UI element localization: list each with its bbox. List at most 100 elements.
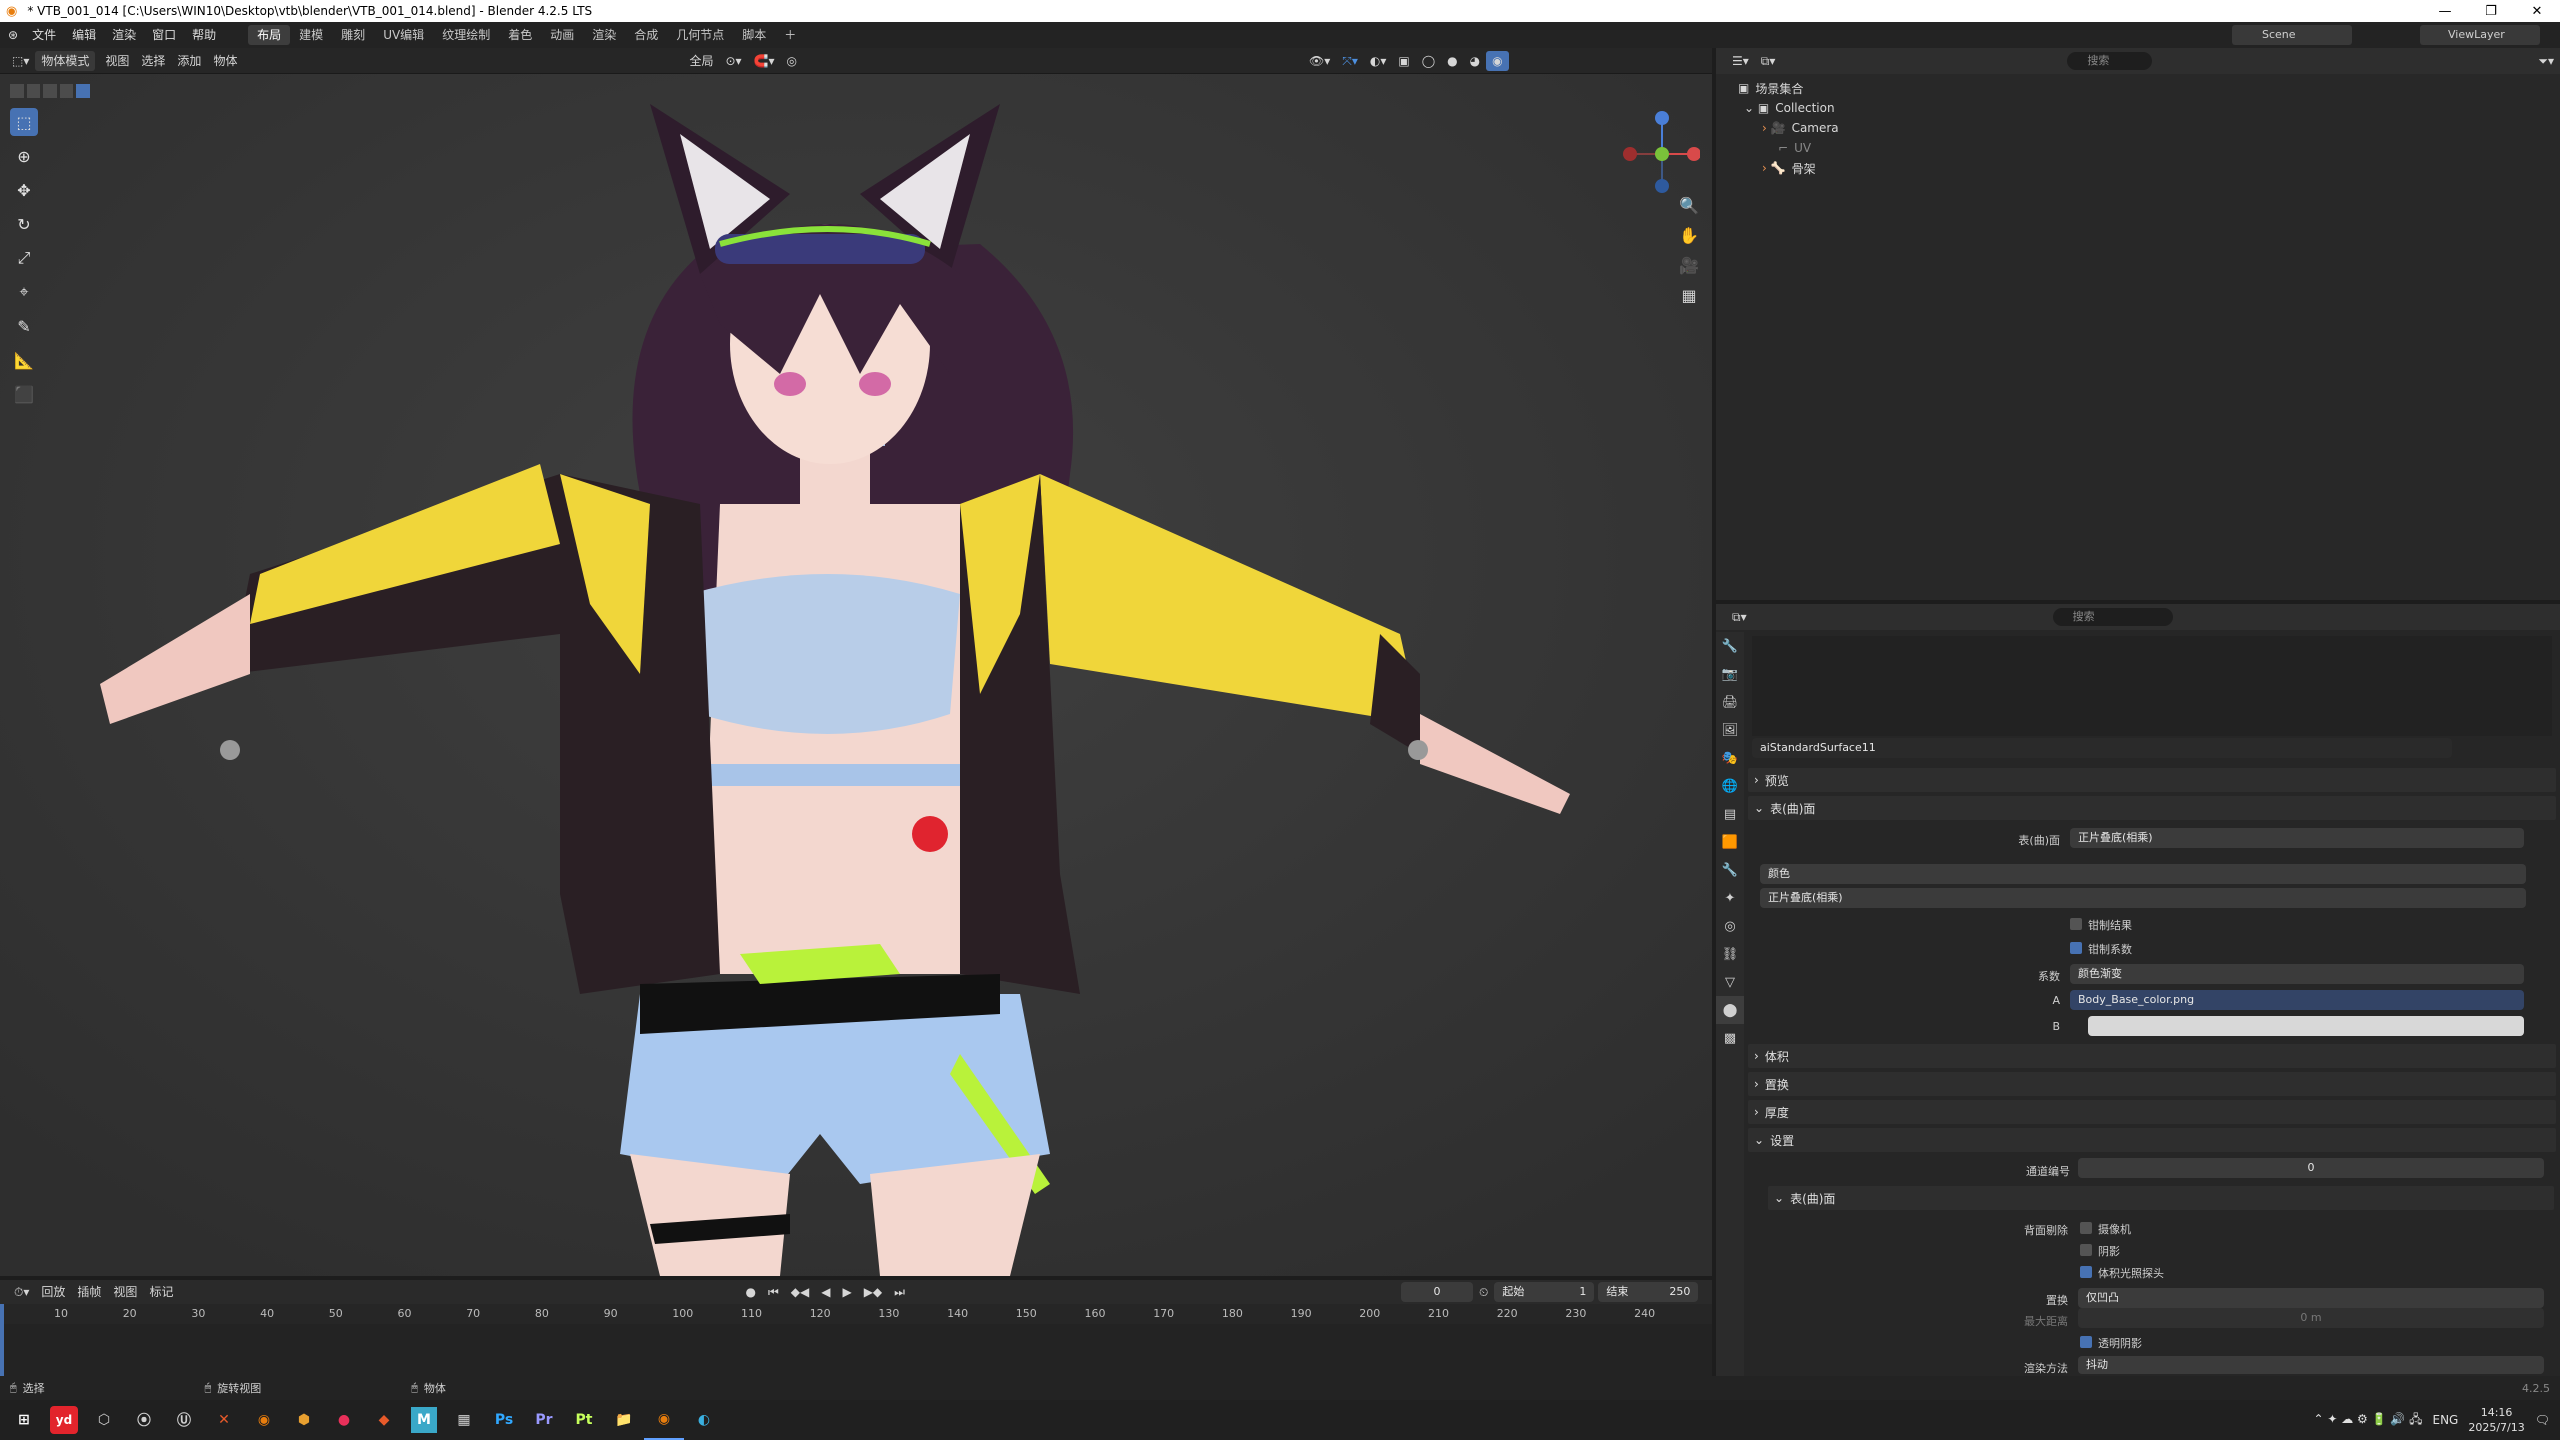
gizmo-toggle-icon[interactable]: ⤧▾ [1336, 51, 1364, 71]
maximize-button[interactable]: ❐ [2468, 0, 2514, 22]
render-method-dropdown[interactable]: 抖动 [2078, 1356, 2544, 1374]
particles-tab-icon[interactable]: ✦ [1716, 884, 1744, 912]
menu-select[interactable]: 选择 [135, 51, 171, 71]
timeline-editor-type-icon[interactable]: ⏱▾ [8, 1282, 35, 1302]
camera-view-icon[interactable]: 🎥 [1676, 252, 1702, 278]
outliner-item-armature[interactable]: › 🦴 骨架 [1738, 158, 2538, 178]
panel-displacement[interactable]: › 置换 [1748, 1072, 2556, 1096]
clamp-result-checkbox[interactable] [2070, 918, 2082, 930]
blender-taskbar-icon-2[interactable]: ◉ [644, 1400, 684, 1440]
blend-mode-dropdown[interactable]: 正片叠底(相乘) [1760, 888, 2526, 908]
output-tab-icon[interactable]: 🖨 [1716, 688, 1744, 716]
select-box-tool-icon[interactable]: ⬚ [10, 108, 38, 136]
scene-tab-icon[interactable]: 🎭 [1716, 744, 1744, 772]
pivot-icon[interactable]: ⊙▾ [719, 51, 747, 71]
outliner-display-mode-icon[interactable]: ⧉▾ [1755, 51, 1782, 71]
menu-object[interactable]: 物体 [207, 51, 243, 71]
menu-file[interactable]: 文件 [24, 22, 64, 48]
playhead[interactable] [0, 1304, 4, 1376]
next-keyframe-icon[interactable]: ▶◆ [858, 1282, 888, 1302]
shading-rendered-icon[interactable]: ◉ [1486, 50, 1509, 71]
panel-settings-surface[interactable]: ⌄ 表(曲)面 [1768, 1186, 2554, 1210]
3d-viewport[interactable] [0, 74, 1712, 1276]
modifier-tab-icon[interactable]: 🔧 [1716, 856, 1744, 884]
navigation-gizmo[interactable] [1620, 108, 1700, 198]
scale-tool-icon[interactable]: ⤢ [10, 244, 38, 272]
transform-tool-icon[interactable]: ⌖ [10, 278, 38, 306]
workspace-tab-rendering[interactable]: 渲染 [583, 25, 625, 45]
jump-start-icon[interactable]: ⏮ [762, 1282, 785, 1302]
frame-end-input[interactable]: 结束 250 [1598, 1282, 1699, 1302]
edge-icon[interactable]: ◐ [684, 1400, 724, 1440]
mode-selector[interactable]: 物体模式 [35, 50, 96, 71]
blender-menu-icon[interactable]: ⊛ [8, 28, 18, 42]
panel-volume[interactable]: › 体积 [1748, 1044, 2556, 1068]
frame-start-input[interactable]: 起始 1 [1494, 1282, 1595, 1302]
surface-shader-field[interactable]: 正片叠底(相乘) [2070, 828, 2524, 848]
ortho-grid-icon[interactable]: ▦ [1676, 282, 1702, 308]
menu-edit[interactable]: 编辑 [64, 22, 104, 48]
play-icon[interactable]: ▶ [836, 1282, 857, 1302]
material-name-field[interactable]: aiStandardSurface11 [1752, 738, 2452, 758]
workspace-tab-animation[interactable]: 动画 [541, 25, 583, 45]
explorer-icon[interactable]: 📁 [604, 1400, 644, 1440]
menu-view[interactable]: 视图 [99, 51, 135, 71]
tray-icons[interactable]: ⌃ ✦ ☁ ⚙ 🔋 🔊 🖧 [2313, 1410, 2422, 1431]
add-cube-tool-icon[interactable]: ⬛ [10, 380, 38, 408]
physics-tab-icon[interactable]: ◎ [1716, 912, 1744, 940]
texture-tab-icon[interactable]: ▩ [1716, 1024, 1744, 1052]
material-slot-list[interactable] [1752, 636, 2552, 736]
menu-add[interactable]: 添加 [171, 51, 207, 71]
collection-tab-icon[interactable]: ▤ [1716, 800, 1744, 828]
workspace-tab-compositing[interactable]: 合成 [625, 25, 667, 45]
workspace-tab-scripting[interactable]: 脚本 [733, 25, 775, 45]
object-tab-icon[interactable]: 🟧 [1716, 828, 1744, 856]
workspace-tab-sculpt[interactable]: 雕刻 [332, 25, 374, 45]
pass-index-input[interactable]: 0 [2078, 1158, 2544, 1178]
photoshop-icon[interactable]: Ps [484, 1400, 524, 1440]
annotate-tool-icon[interactable]: ✎ [10, 312, 38, 340]
notification-icon[interactable]: 🗨 [2535, 1413, 2550, 1427]
add-workspace-button[interactable]: ＋ [775, 25, 805, 45]
menu-help[interactable]: 帮助 [184, 22, 224, 48]
color-mode-dropdown[interactable]: 颜色 [1760, 864, 2526, 884]
view-layer-tab-icon[interactable]: 🖼 [1716, 716, 1744, 744]
constraints-tab-icon[interactable]: ⛓ [1716, 940, 1744, 968]
outliner-item-uv[interactable]: ⌐ UV [1738, 138, 2538, 158]
xray-icon[interactable]: ▣ [1392, 51, 1415, 71]
selection-mode-buttons[interactable] [10, 84, 90, 100]
properties-editor-type-icon[interactable]: ⧉▾ [1726, 607, 1753, 627]
play-reverse-icon[interactable]: ◀ [815, 1282, 836, 1302]
zoom-icon[interactable]: 🔍 [1676, 192, 1702, 218]
proportional-edit-icon[interactable]: ◎ [781, 51, 803, 71]
timeline-ruler[interactable]: 10 20 30 40 50 60 70 80 90 100 110 120 130 140 150 160 1… [0, 1304, 1712, 1376]
workspace-tab-uv[interactable]: UV编辑 [374, 25, 433, 45]
outliner-search-input[interactable]: 搜索 [2067, 52, 2153, 70]
prev-keyframe-icon[interactable]: ◆◀ [785, 1282, 815, 1302]
panel-settings[interactable]: ⌄ 设置 [1748, 1128, 2556, 1152]
snap-icon[interactable]: 🧲▾ [748, 51, 781, 71]
close-button[interactable]: ✕ [2514, 0, 2560, 22]
world-tab-icon[interactable]: 🌐 [1716, 772, 1744, 800]
start-icon[interactable]: ⊞ [4, 1400, 44, 1440]
panel-thickness[interactable]: › 厚度 [1748, 1100, 2556, 1124]
data-tab-icon[interactable]: ▽ [1716, 968, 1744, 996]
unreal-icon[interactable]: Ⓤ [164, 1400, 204, 1440]
b-color-swatch[interactable] [2088, 1016, 2524, 1036]
app-icon-4[interactable]: ⬢ [284, 1400, 324, 1440]
panel-preview[interactable]: › 预览 [1748, 768, 2556, 792]
painter-icon[interactable]: Pt [564, 1400, 604, 1440]
app-icon-3[interactable]: ✕ [204, 1400, 244, 1440]
shading-material-icon[interactable]: ◕ [1464, 51, 1486, 71]
scene-selector[interactable]: Scene [2232, 25, 2352, 45]
youdao-icon[interactable]: yd [50, 1406, 78, 1434]
overlay-toggle-icon[interactable]: ◐▾ [1364, 51, 1393, 71]
app-icon-2[interactable]: ⦿ [124, 1400, 164, 1440]
move-tool-icon[interactable]: ✥ [10, 176, 38, 204]
workspace-tab-modeling[interactable]: 建模 [290, 25, 332, 45]
shading-wireframe-icon[interactable]: ◯ [1416, 51, 1441, 71]
render-tab-icon[interactable]: 📷 [1716, 660, 1744, 688]
clamp-factor-checkbox[interactable] [2070, 942, 2082, 954]
view-layer-selector[interactable]: ViewLayer [2420, 25, 2540, 45]
backface-camera-checkbox[interactable] [2080, 1222, 2092, 1234]
